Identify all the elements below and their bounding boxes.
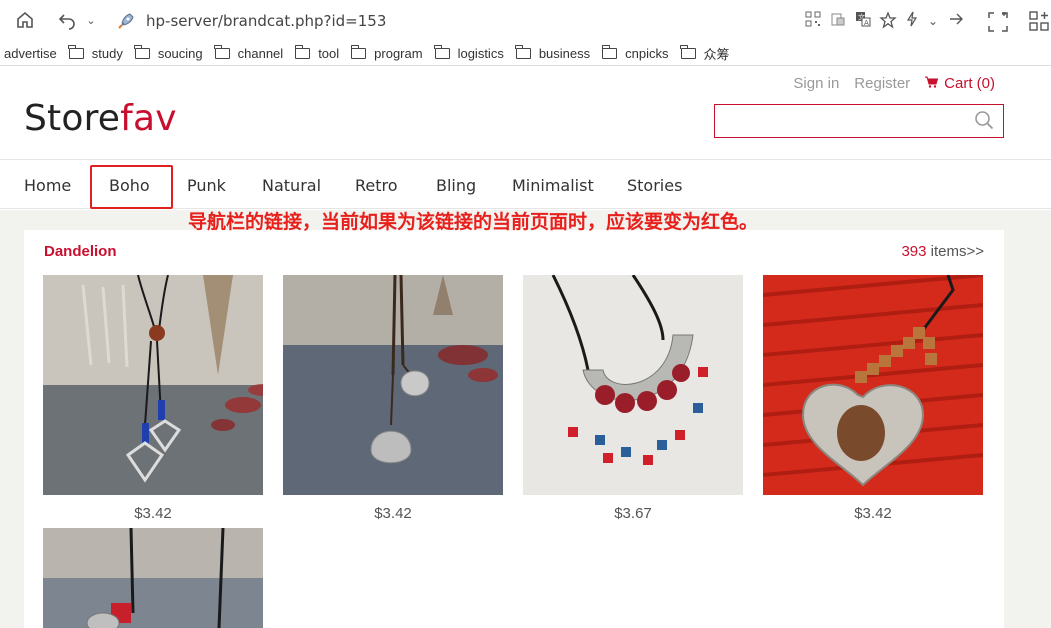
search-input[interactable]	[721, 105, 971, 135]
product-price: $3.42	[854, 505, 892, 522]
bookmark-folder-study[interactable]: study	[68, 45, 123, 61]
nav-item-natural[interactable]: Natural	[262, 176, 321, 195]
product-image-silver-flower-bell-necklace[interactable]	[283, 275, 503, 495]
star-bookmark-icon[interactable]	[878, 11, 898, 31]
nav-item-punk[interactable]: Punk	[187, 176, 226, 195]
back-icon[interactable]	[56, 9, 78, 31]
product-card[interactable]: $3.42	[43, 275, 263, 522]
product-price: $3.42	[134, 505, 172, 522]
product-card[interactable]: $3.67	[523, 275, 743, 522]
bookmark-folder-crowdfunding[interactable]: 众筹	[680, 44, 730, 63]
bookmark-folder-channel[interactable]: channel	[214, 45, 284, 61]
account-links: Sign in Register Cart (0)	[778, 75, 995, 92]
nav-item-boho[interactable]: Boho	[109, 176, 150, 195]
translate-icon[interactable]: 文A	[853, 11, 873, 31]
product-card[interactable]: $3.42	[763, 275, 983, 522]
site-header: Sign in Register Cart (0) Storefav	[0, 66, 1051, 160]
nav-item-bling[interactable]: Bling	[436, 176, 476, 195]
product-price: $3.67	[614, 505, 652, 522]
nav-item-stories[interactable]: Stories	[627, 176, 682, 195]
shopping-cart-icon	[925, 76, 939, 91]
chevron-down-icon[interactable]: ⌄	[923, 11, 943, 31]
qr-code-icon[interactable]	[803, 11, 823, 31]
folder-icon	[134, 45, 150, 59]
bookmarks-bar: advertise study soucing channel tool pro…	[0, 42, 1051, 66]
folder-icon	[294, 45, 311, 59]
items-count-suffix: items>>	[926, 243, 984, 260]
bookmark-label: program	[374, 46, 423, 61]
nav-item-retro[interactable]: Retro	[355, 176, 398, 195]
bookmark-advertise[interactable]: advertise	[4, 46, 57, 61]
svg-text:A: A	[864, 19, 869, 27]
folder-icon	[515, 45, 531, 59]
bookmark-label: advertise	[4, 46, 57, 61]
bookmark-label: business	[538, 46, 591, 61]
bookmark-label: soucing	[157, 46, 203, 61]
search-box	[714, 104, 1004, 138]
register-link[interactable]: Register	[854, 75, 910, 92]
rocket-favicon-icon	[116, 11, 136, 31]
forward-arrow-icon[interactable]	[946, 11, 966, 31]
logo-text-fav: fav	[120, 98, 177, 139]
bookmark-label: cnpicks	[625, 46, 669, 61]
bookmark-folder-soucing[interactable]: soucing	[134, 45, 203, 61]
browser-toolbar: ⌄ hp-server/brandcat.php?id=153 文A ⌄	[0, 0, 1051, 42]
back-dropdown-chevron-down-icon[interactable]: ⌄	[80, 9, 102, 31]
folder-icon	[214, 45, 230, 59]
bookmark-label: study	[91, 46, 123, 61]
main-nav: Home Boho Punk Natural Retro Bling Minim…	[0, 159, 1051, 209]
bookmark-label: channel	[237, 46, 284, 61]
folder-icon	[601, 45, 618, 59]
bookmark-folder-tool[interactable]: tool	[294, 45, 340, 61]
bookmark-folder-business[interactable]: business	[515, 45, 591, 61]
product-image-bohemian-beaded-bib-necklace[interactable]	[523, 275, 743, 495]
brand-product-panel: Dandelion 393 items>> $3.42 $3.42 $3.67 …	[24, 230, 1004, 628]
folder-icon	[680, 45, 696, 59]
cart-label: Cart (0)	[944, 75, 995, 92]
lightning-icon[interactable]	[902, 11, 922, 31]
cart-link[interactable]: Cart (0)	[925, 75, 995, 92]
bookmark-label: tool	[318, 46, 340, 61]
product-price: $3.42	[374, 505, 412, 522]
reader-mode-icon[interactable]	[828, 11, 848, 31]
items-count-number: 393	[901, 243, 927, 260]
bookmark-label: 众筹	[703, 47, 730, 62]
bookmark-label: logistics	[457, 46, 504, 61]
product-card[interactable]	[43, 528, 263, 628]
home-icon[interactable]	[14, 9, 36, 31]
brand-title[interactable]: Dandelion	[44, 243, 117, 260]
logo-text-store: Store	[24, 98, 121, 139]
sign-in-link[interactable]: Sign in	[793, 75, 839, 92]
folder-icon	[434, 45, 450, 59]
storefav-logo[interactable]: Storefav	[24, 98, 177, 139]
screenshot-crop-icon[interactable]	[986, 11, 1010, 32]
product-image-diamond-pendant-necklace[interactable]	[43, 275, 263, 495]
search-icon[interactable]	[974, 110, 994, 130]
items-count-link[interactable]: 393 items>>	[901, 243, 984, 260]
folder-icon	[350, 45, 367, 59]
annotation-note: 导航栏的链接，当前如果为该链接的当前页面时，应该要变为红色。	[188, 211, 759, 233]
apps-grid-icon[interactable]	[1028, 11, 1050, 31]
bookmark-folder-cnpicks[interactable]: cnpicks	[601, 45, 669, 61]
address-bar-url[interactable]: hp-server/brandcat.php?id=153	[146, 12, 386, 30]
product-image-heart-pendant-wooden-beads-necklace[interactable]	[763, 275, 983, 495]
bookmark-folder-program[interactable]: program	[350, 45, 423, 61]
nav-item-minimalist[interactable]: Minimalist	[512, 176, 594, 195]
folder-icon	[68, 45, 84, 59]
product-image-red-bead-pendant-necklace[interactable]	[43, 528, 263, 628]
nav-item-home[interactable]: Home	[24, 176, 71, 195]
bookmark-folder-logistics[interactable]: logistics	[434, 45, 504, 61]
product-card[interactable]: $3.42	[283, 275, 503, 522]
